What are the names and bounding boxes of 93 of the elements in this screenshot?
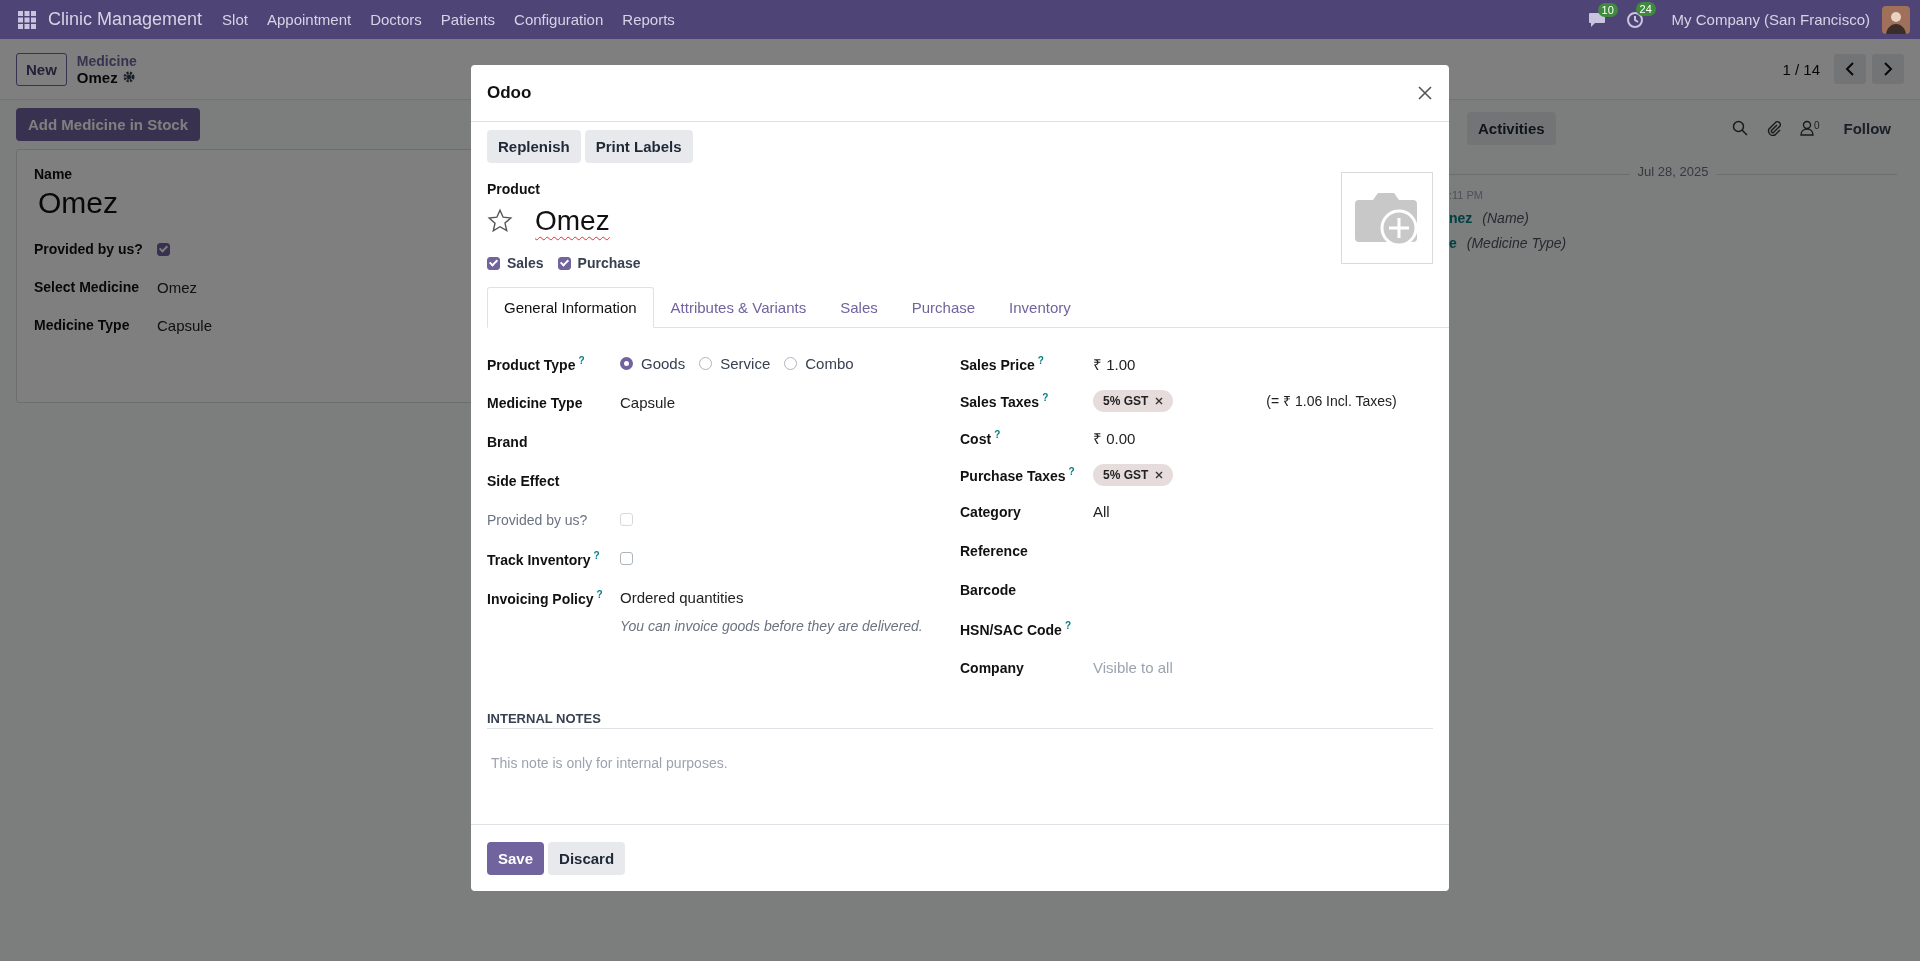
tax-included-amount: (= ₹ 1.06 Incl. Taxes) xyxy=(1266,392,1397,410)
chevron-right-icon xyxy=(1883,62,1893,76)
paperclip-icon[interactable] xyxy=(1765,120,1782,136)
follow-button[interactable]: Follow xyxy=(1837,118,1897,138)
activity-count: 24 xyxy=(1635,1,1656,16)
field-label: Cost $^{?}$ xyxy=(960,428,1002,447)
radio-label: Goods xyxy=(641,355,686,372)
close-icon[interactable] xyxy=(1417,85,1433,101)
help-note: You can invoice goods before they are delivered. xyxy=(620,618,923,634)
radio-button[interactable] xyxy=(699,357,713,370)
tab[interactable]: General Information xyxy=(487,287,654,328)
field-label: Sales Price $^{?}$ xyxy=(960,354,1045,373)
field-value[interactable]: All xyxy=(1093,503,1110,520)
breadcrumb-link[interactable]: Medicine xyxy=(76,52,137,69)
field-label: Medicine Type xyxy=(34,317,131,333)
field-label: Provided by us? xyxy=(34,241,144,257)
field-label: Product Type $^{?}$ xyxy=(487,354,586,373)
field-label: Brand xyxy=(487,433,529,450)
field-label: HSN/SAC Code $^{?}$ xyxy=(960,619,1072,638)
apps-menu-icon[interactable] xyxy=(18,10,36,29)
field-label: Barcode xyxy=(960,581,1018,598)
field-value[interactable]: ₹ 1.00 xyxy=(1093,353,1136,374)
checkbox[interactable] xyxy=(157,242,170,256)
field-value[interactable]: Capsule xyxy=(157,316,213,334)
previous-button[interactable] xyxy=(1834,54,1866,84)
field-label: Category xyxy=(960,503,1022,520)
field-label: Purchase Taxes $^{?}$ xyxy=(960,465,1076,484)
radio-button[interactable] xyxy=(784,357,798,370)
followers-button[interactable]: 0 xyxy=(1799,120,1820,136)
tracking-field: (Medicine Type) xyxy=(1466,234,1567,251)
star-icon[interactable] xyxy=(487,208,513,234)
tax-tag: 5% GST xyxy=(1093,463,1174,486)
field-label: Side Effect xyxy=(487,472,561,489)
footer-button[interactable]: Discard xyxy=(548,841,626,875)
field-label: Select Medicine xyxy=(34,279,141,295)
checkbox[interactable] xyxy=(620,552,633,565)
next-button[interactable] xyxy=(1872,54,1904,84)
user-icon xyxy=(1799,120,1814,136)
tab[interactable]: Attributes & Variants xyxy=(653,287,824,328)
menu-item[interactable]: Slot xyxy=(222,11,248,28)
field-value[interactable]: Capsule xyxy=(620,394,676,411)
menu-item[interactable]: Appointment xyxy=(266,11,352,28)
activities-button[interactable]: Activities xyxy=(1467,111,1556,145)
tab[interactable]: Inventory xyxy=(992,287,1088,328)
user-avatar-icon[interactable] xyxy=(1882,5,1910,34)
remove-icon[interactable] xyxy=(1155,396,1164,405)
new-button[interactable]: New xyxy=(16,52,67,86)
footer-button[interactable]: Save xyxy=(487,841,545,875)
field-label: Reference xyxy=(960,542,1029,559)
field-label: Sales Taxes $^{?}$ xyxy=(960,391,1050,410)
dialog-title: Odoo xyxy=(487,83,532,103)
tab[interactable]: Sales xyxy=(823,287,895,328)
field-label: Name xyxy=(34,166,74,182)
search-icon[interactable] xyxy=(1731,120,1748,136)
field-label: Product xyxy=(487,181,541,197)
checkbox-label: Purchase xyxy=(577,255,641,271)
menu-item[interactable]: Reports xyxy=(622,11,675,28)
section-heading: INTERNAL NOTES xyxy=(487,711,1433,729)
remove-icon[interactable] xyxy=(1155,470,1164,479)
tracking-value: e xyxy=(1449,234,1457,251)
field-value[interactable]: ₹ 0.00 xyxy=(1093,427,1136,448)
record-title: Omez xyxy=(76,68,118,86)
field-value[interactable]: Omez xyxy=(157,278,197,296)
message-count: 10 xyxy=(1597,2,1618,17)
tracking-field: (Name) xyxy=(1482,209,1529,226)
field-value[interactable]: Ordered quantities xyxy=(620,589,744,606)
field-label: Invoicing Policy $^{?}$ xyxy=(487,588,604,607)
menu-item[interactable]: Doctors xyxy=(370,11,422,28)
checkbox-label: Sales xyxy=(507,255,544,271)
menu-item[interactable]: Configuration xyxy=(514,11,604,28)
field-label: Medicine Type xyxy=(487,394,584,411)
radio-button[interactable] xyxy=(620,357,633,370)
pager-value: 1 / 14 xyxy=(1782,60,1820,78)
field-label: Track Inventory $^{?}$ xyxy=(487,549,601,568)
tab[interactable]: Purchase xyxy=(894,287,993,328)
menu-item[interactable]: Patients xyxy=(440,11,496,28)
radio-label: Combo xyxy=(805,355,854,372)
checkbox[interactable] xyxy=(557,256,571,270)
message-date: Jul 28, 2025 xyxy=(1629,164,1717,180)
tracking-value: nez xyxy=(1449,209,1473,226)
header-button[interactable]: Replenish xyxy=(487,130,581,163)
header-button[interactable]: Print Labels xyxy=(584,130,693,163)
add-medicine-button[interactable]: Add Medicine in Stock xyxy=(16,108,201,141)
company-switcher[interactable]: My Company (San Francisco) xyxy=(1671,11,1870,28)
radio-label: Service xyxy=(720,355,771,372)
product-name-field[interactable]: Omez xyxy=(535,205,610,237)
field-label: Provided by us? xyxy=(487,511,589,528)
chevron-left-icon xyxy=(1845,62,1855,76)
settings-icon[interactable] xyxy=(122,71,135,83)
app-name[interactable]: Clinic Management xyxy=(48,9,203,30)
field-label: Company xyxy=(960,659,1025,676)
tax-tag: 5% GST xyxy=(1093,389,1174,412)
checkbox[interactable] xyxy=(487,256,500,270)
